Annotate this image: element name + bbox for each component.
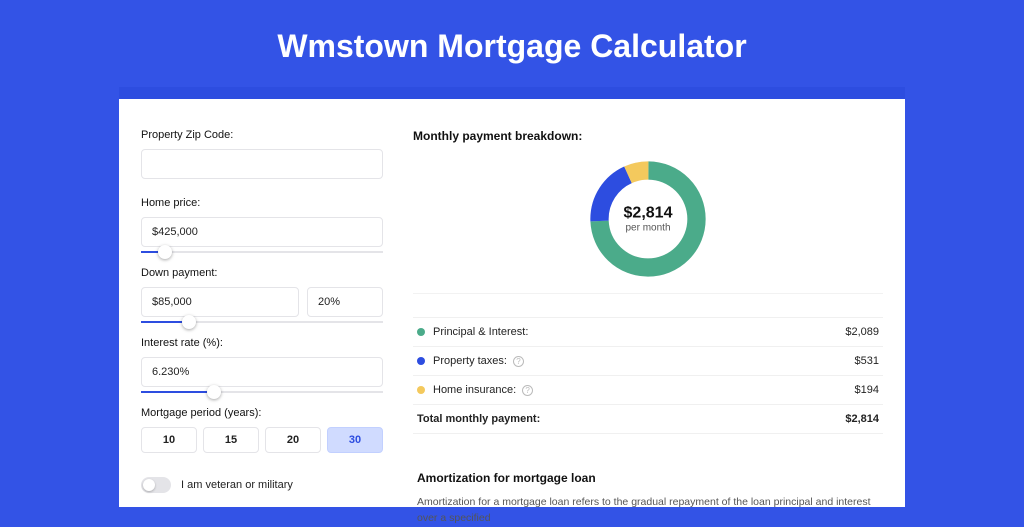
zip-label: Property Zip Code: xyxy=(141,129,383,141)
donut-amount: $2,814 xyxy=(624,205,673,223)
legend-row-taxes: Property taxes:?$531 xyxy=(413,346,883,375)
info-icon[interactable]: ? xyxy=(513,356,524,367)
legend-label: Home insurance:? xyxy=(433,384,855,396)
legend-label: Property taxes:? xyxy=(433,355,855,367)
veteran-label: I am veteran or military xyxy=(181,479,293,491)
amortization-section: Amortization for mortgage loan Amortizat… xyxy=(413,456,883,527)
rate-input[interactable] xyxy=(141,357,383,387)
period-btn-10[interactable]: 10 xyxy=(141,427,197,453)
period-btn-20[interactable]: 20 xyxy=(265,427,321,453)
price-label: Home price: xyxy=(141,197,383,209)
down-amount-input[interactable] xyxy=(141,287,299,317)
insurance-dot xyxy=(417,386,425,394)
rate-slider[interactable] xyxy=(141,391,383,393)
amortization-body: Amortization for a mortgage loan refers … xyxy=(417,495,879,527)
legend-value: $531 xyxy=(855,355,879,367)
legend-row-insurance: Home insurance:?$194 xyxy=(413,375,883,404)
donut-chart: $2,814 per month xyxy=(413,149,883,293)
down-pct-input[interactable] xyxy=(307,287,383,317)
veteran-toggle[interactable] xyxy=(141,477,171,493)
breakdown-column: Monthly payment breakdown: $2,814 per mo… xyxy=(401,129,883,507)
period-label: Mortgage period (years): xyxy=(141,407,383,419)
legend-value: $194 xyxy=(855,384,879,396)
principal-dot xyxy=(417,328,425,336)
donut-sub: per month xyxy=(624,223,673,234)
rate-slider-thumb[interactable] xyxy=(207,385,221,399)
amortization-title: Amortization for mortgage loan xyxy=(417,471,879,485)
price-input[interactable] xyxy=(141,217,383,247)
legend: Principal & Interest:$2,089Property taxe… xyxy=(413,293,883,434)
price-slider[interactable] xyxy=(141,251,383,253)
down-slider[interactable] xyxy=(141,321,383,323)
period-btn-15[interactable]: 15 xyxy=(203,427,259,453)
total-value: $2,814 xyxy=(845,413,879,425)
legend-label: Principal & Interest: xyxy=(433,326,845,338)
form-column: Property Zip Code: Home price: Down paym… xyxy=(141,129,401,507)
legend-row-principal: Principal & Interest:$2,089 xyxy=(413,317,883,346)
down-label: Down payment: xyxy=(141,267,383,279)
zip-input[interactable] xyxy=(141,149,383,179)
breakdown-title: Monthly payment breakdown: xyxy=(413,129,883,143)
legend-value: $2,089 xyxy=(845,326,879,338)
page-title: Wmstown Mortgage Calculator xyxy=(0,0,1024,87)
down-slider-thumb[interactable] xyxy=(182,315,196,329)
calculator-card: Property Zip Code: Home price: Down paym… xyxy=(119,87,905,507)
total-label: Total monthly payment: xyxy=(417,413,845,425)
rate-slider-fill xyxy=(141,391,214,393)
period-options: 10152030 xyxy=(141,427,383,453)
price-slider-thumb[interactable] xyxy=(158,245,172,259)
period-btn-30[interactable]: 30 xyxy=(327,427,383,453)
info-icon[interactable]: ? xyxy=(522,385,533,396)
taxes-dot xyxy=(417,357,425,365)
legend-row-total: Total monthly payment:$2,814 xyxy=(413,404,883,434)
rate-label: Interest rate (%): xyxy=(141,337,383,349)
